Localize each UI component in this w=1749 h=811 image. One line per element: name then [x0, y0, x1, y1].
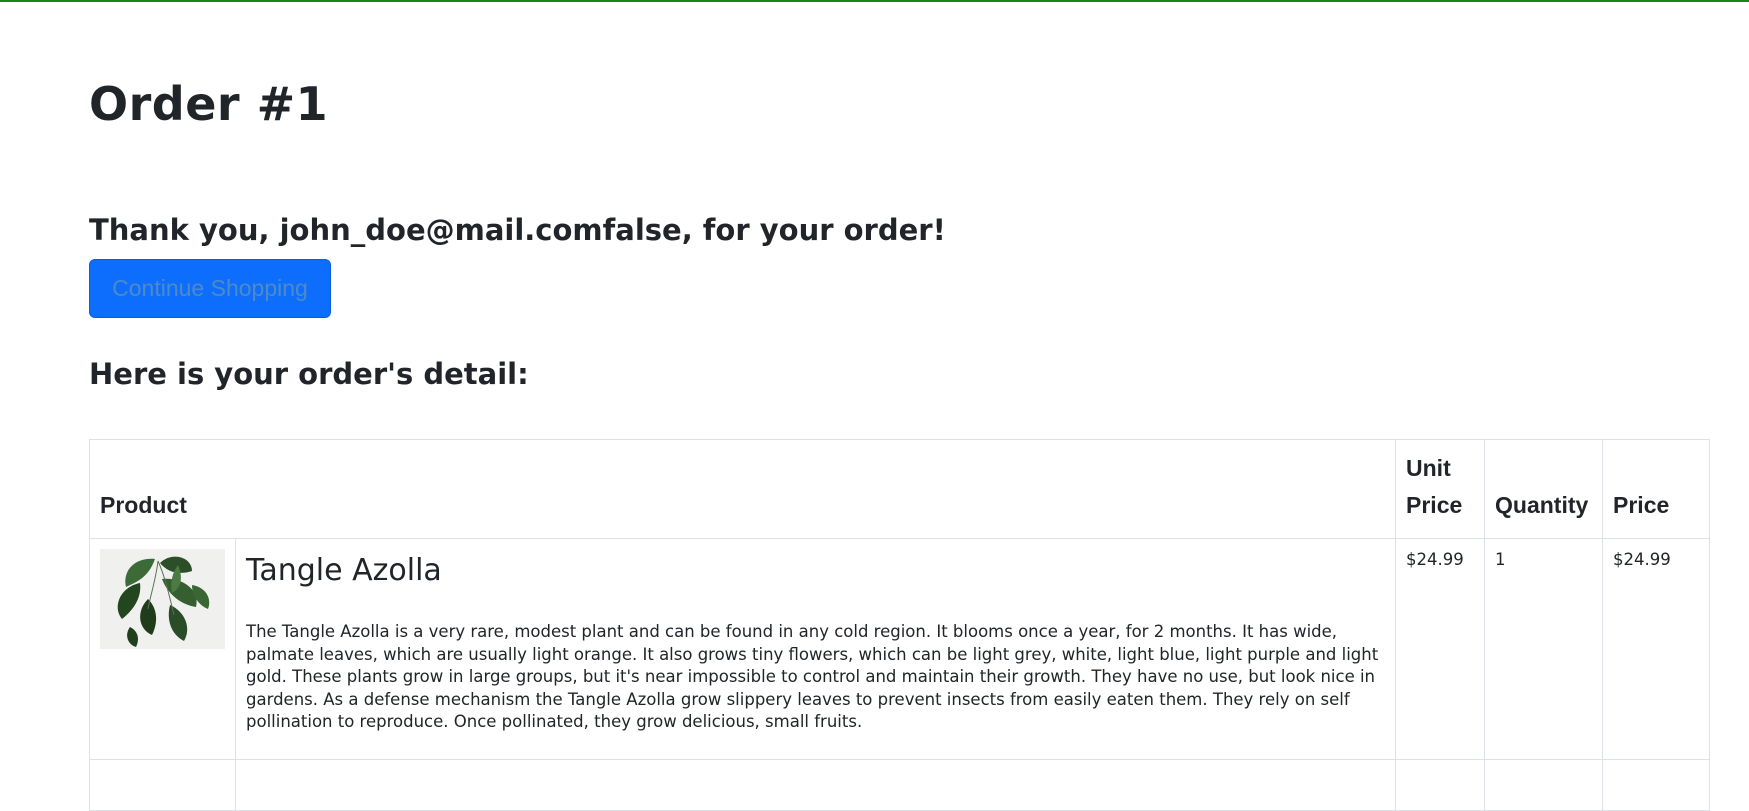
- table-row: Tangle Azolla The Tangle Azolla is a ver…: [89, 538, 1711, 760]
- table-cell: [1484, 759, 1604, 811]
- quantity-cell: 1: [1484, 538, 1604, 760]
- plant-icon: [100, 549, 225, 649]
- table-cell: [1602, 759, 1711, 811]
- order-detail-table: Product Unit Price Quantity Price Tangle…: [88, 439, 1711, 811]
- product-name: Tangle Azolla: [246, 553, 442, 588]
- product-description: The Tangle Azolla is a very rare, modest…: [246, 622, 1379, 731]
- column-header-price: Price: [1602, 439, 1711, 539]
- top-accent-border: [0, 0, 1749, 2]
- column-header-product: Product: [88, 439, 1397, 539]
- unit-price-cell: $24.99: [1395, 538, 1486, 760]
- column-header-unit-price: Unit Price: [1395, 439, 1486, 539]
- thank-you-message: Thank you, john_doe@mail.comfalse, for y…: [89, 213, 946, 247]
- table-cell: [234, 759, 1397, 811]
- page-title: Order #1: [89, 77, 329, 131]
- table-cell: [1395, 759, 1486, 811]
- continue-shopping-button[interactable]: Continue Shopping: [89, 259, 331, 318]
- price-cell: $24.99: [1602, 538, 1711, 760]
- table-header-row: Product Unit Price Quantity Price: [88, 439, 1711, 539]
- product-image: [100, 549, 225, 649]
- table-row: [89, 759, 1711, 811]
- product-image-cell: [89, 538, 236, 760]
- order-detail-heading: Here is your order's detail:: [89, 357, 529, 391]
- product-info-cell: Tangle Azolla The Tangle Azolla is a ver…: [234, 538, 1397, 760]
- column-header-quantity: Quantity: [1484, 439, 1604, 539]
- table-cell: [89, 759, 236, 811]
